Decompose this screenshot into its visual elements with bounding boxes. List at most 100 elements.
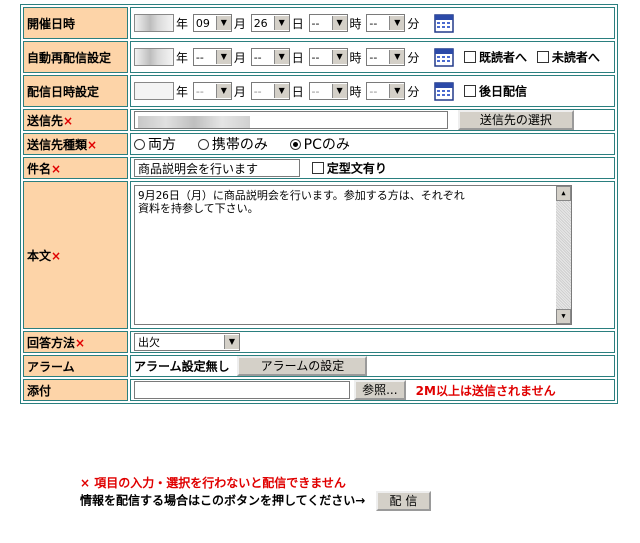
delivery-hour-select[interactable]: -- ▼ xyxy=(308,82,348,100)
browse-button[interactable]: 参照... xyxy=(353,380,406,400)
year-unit: 年 xyxy=(176,50,189,65)
resend-day-select[interactable]: -- ▼ xyxy=(250,48,290,66)
delivery-minute-value: -- xyxy=(369,84,378,98)
required-mark: × xyxy=(87,137,98,152)
recipient-type-options: 両方 携帯のみ PCのみ xyxy=(130,133,615,155)
calendar-icon[interactable] xyxy=(434,13,454,33)
auto-resend-label: 自動再配信設定 xyxy=(23,41,128,73)
resend-read-checkbox[interactable] xyxy=(464,51,477,63)
delivery-fields: 年 -- ▼ 月 -- ▼ 日 -- ▼ 時 -- ▼ 分 後日配信 xyxy=(130,75,615,107)
chevron-down-icon: ▼ xyxy=(224,335,239,349)
message-form: 開催日時 年 09 ▼ 月 26 ▼ 日 -- ▼ 時 -- ▼ 分 自動再配信設定 年 -- ▼… xyxy=(20,4,618,404)
event-date-label: 開催日時 xyxy=(23,7,128,39)
subject-fields: 商品説明会を行います 定型文有り xyxy=(130,157,615,179)
chevron-down-icon: ▼ xyxy=(331,50,347,64)
body-label: 本文× xyxy=(23,181,128,329)
recipient-type-label: 送信先種類× xyxy=(23,133,128,155)
chevron-down-icon: ▼ xyxy=(331,16,347,30)
required-mark: × xyxy=(51,248,62,263)
resend-year-input[interactable] xyxy=(134,48,174,66)
chevron-down-icon: ▼ xyxy=(215,84,231,98)
chevron-down-icon: ▼ xyxy=(331,84,347,98)
send-button[interactable]: 配 信 xyxy=(375,491,432,511)
month-unit: 月 xyxy=(233,50,246,65)
redacted-recipient xyxy=(138,115,250,128)
answer-value: 出欠 xyxy=(138,336,160,349)
month-unit: 月 xyxy=(233,16,246,31)
delivery-row: 配信日時設定 年 -- ▼ 月 -- ▼ 日 -- ▼ 時 -- ▼ 分 後日配信 xyxy=(23,75,615,107)
auto-resend-row: 自動再配信設定 年 -- ▼ 月 -- ▼ 日 -- ▼ 時 -- ▼ 分 既読者へ 未読者へ xyxy=(23,41,615,73)
resend-hour-value: -- xyxy=(311,50,320,64)
delivery-minute-select[interactable]: -- ▼ xyxy=(366,82,406,100)
chevron-down-icon: ▼ xyxy=(389,50,405,64)
event-year-input[interactable] xyxy=(134,14,174,32)
chevron-down-icon: ▼ xyxy=(273,84,289,98)
resend-unread-checkbox[interactable] xyxy=(536,51,549,63)
delivery-month-select[interactable]: -- ▼ xyxy=(192,82,232,100)
resend-read-label: 既読者へ xyxy=(479,50,528,65)
body-row: 本文× 9月26日（月）に商品説明会を行います。参加する方は、それぞれ 資料を持… xyxy=(23,181,615,329)
radio-pc-only[interactable] xyxy=(289,138,301,150)
event-month-select[interactable]: 09 ▼ xyxy=(192,14,232,32)
event-hour-select[interactable]: -- ▼ xyxy=(308,14,348,32)
alarm-settings-button[interactable]: アラームの設定 xyxy=(237,356,368,376)
required-mark: × xyxy=(75,335,86,350)
recipient-label: 送信先× xyxy=(23,109,128,131)
recipient-fields: 送信先の選択 xyxy=(130,109,615,131)
calendar-icon[interactable] xyxy=(434,47,454,67)
subject-row: 件名× 商品説明会を行います 定型文有り xyxy=(23,157,615,179)
attach-size-note: 2M以上は送信されません xyxy=(415,383,556,398)
template-checkbox[interactable] xyxy=(311,162,324,174)
calendar-icon[interactable] xyxy=(434,81,454,101)
minute-unit: 分 xyxy=(407,84,420,99)
chevron-down-icon: ▼ xyxy=(273,16,289,30)
hour-unit: 時 xyxy=(349,84,362,99)
scroll-up-icon[interactable]: ▲ xyxy=(556,186,571,201)
answer-label: 回答方法× xyxy=(23,331,128,353)
attach-fields: 参照... 2M以上は送信されません xyxy=(130,379,615,401)
later-delivery-checkbox[interactable] xyxy=(464,85,477,97)
subject-input[interactable]: 商品説明会を行います xyxy=(134,159,300,177)
body-label-text: 本文 xyxy=(27,248,52,263)
attach-file-input[interactable] xyxy=(134,381,350,399)
recipient-input[interactable] xyxy=(134,111,448,129)
body-scrollbar[interactable]: ▲ ▼ xyxy=(556,186,571,324)
scroll-down-icon[interactable]: ▼ xyxy=(556,309,571,324)
resend-hour-select[interactable]: -- ▼ xyxy=(308,48,348,66)
resend-month-select[interactable]: -- ▼ xyxy=(192,48,232,66)
delivery-hour-value: -- xyxy=(311,84,320,98)
body-text: 9月26日（月）に商品説明会を行います。参加する方は、それぞれ 資料を持参して下… xyxy=(138,189,465,215)
resend-unread-label: 未読者へ xyxy=(551,50,600,65)
answer-select[interactable]: 出欠 ▼ xyxy=(134,333,240,351)
radio-mobile-only-label: 携帯のみ xyxy=(211,137,268,153)
event-minute-select[interactable]: -- ▼ xyxy=(366,14,406,32)
resend-minute-value: -- xyxy=(369,50,378,64)
minute-unit: 分 xyxy=(407,50,420,65)
recipient-row: 送信先× 送信先の選択 xyxy=(23,109,615,131)
body-field: 9月26日（月）に商品説明会を行います。参加する方は、それぞれ 資料を持参して下… xyxy=(130,181,615,329)
hour-unit: 時 xyxy=(349,16,362,31)
body-textarea[interactable]: 9月26日（月）に商品説明会を行います。参加する方は、それぞれ 資料を持参して下… xyxy=(134,185,572,325)
select-recipient-button[interactable]: 送信先の選択 xyxy=(457,110,574,130)
auto-resend-fields: 年 -- ▼ 月 -- ▼ 日 -- ▼ 時 -- ▼ 分 既読者へ 未読者へ xyxy=(130,41,615,73)
radio-mobile-only[interactable] xyxy=(197,138,209,150)
alarm-label: アラーム xyxy=(23,355,128,377)
event-day-select[interactable]: 26 ▼ xyxy=(250,14,290,32)
subject-label: 件名× xyxy=(23,157,128,179)
send-prompt: 情報を配信する場合はこのボタンを押してください→ xyxy=(80,493,366,508)
resend-day-value: -- xyxy=(253,50,262,64)
day-unit: 日 xyxy=(291,16,304,31)
delivery-year-input[interactable] xyxy=(134,82,174,100)
delivery-day-select[interactable]: -- ▼ xyxy=(250,82,290,100)
event-date-row: 開催日時 年 09 ▼ 月 26 ▼ 日 -- ▼ 時 -- ▼ 分 xyxy=(23,7,615,39)
resend-minute-select[interactable]: -- ▼ xyxy=(366,48,406,66)
event-minute-value: -- xyxy=(369,16,378,30)
radio-both[interactable] xyxy=(134,138,145,150)
event-day-value: 26 xyxy=(253,16,268,30)
template-label: 定型文有り xyxy=(326,161,387,176)
recipient-type-label-text: 送信先種類 xyxy=(27,137,88,152)
month-unit: 月 xyxy=(233,84,246,99)
year-unit: 年 xyxy=(176,84,189,99)
resend-month-value: -- xyxy=(195,50,204,64)
alarm-row: アラーム アラーム設定無し アラームの設定 xyxy=(23,355,615,377)
